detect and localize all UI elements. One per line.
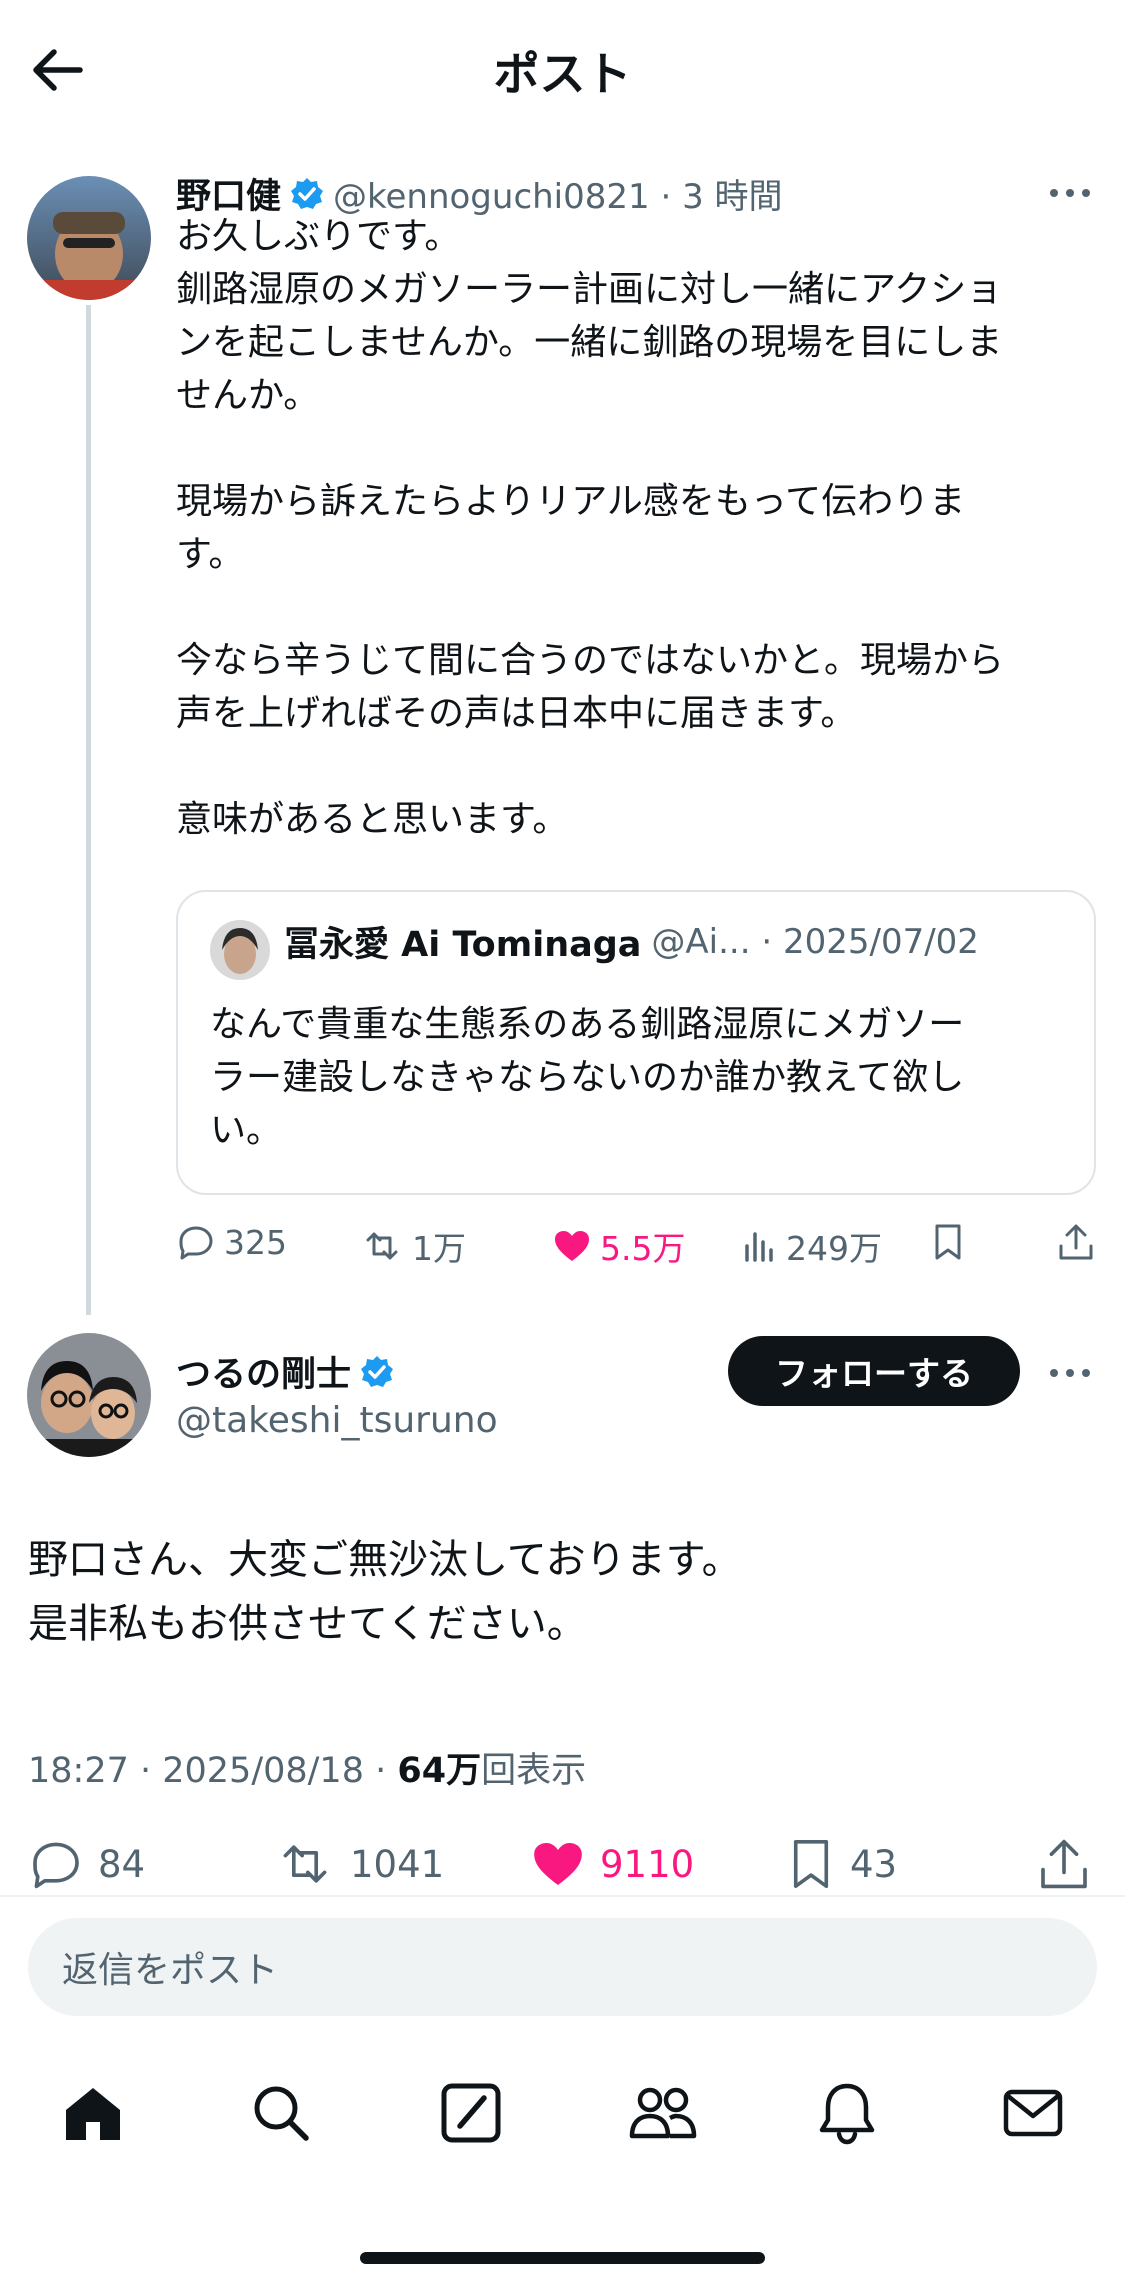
main-author-name[interactable]: つるの剛士 <box>176 1346 351 1397</box>
bookmark-icon <box>786 1836 836 1892</box>
quoted-post-text: なんで貴重な生態系のある釧路湿原にメガソー ラー建設しなきゃならないのか誰か教え… <box>210 1004 965 1151</box>
main-reply-button[interactable]: 84 <box>28 1836 145 1892</box>
reply-bar-divider <box>0 1895 1125 1897</box>
parent-repost-count: 1万 <box>412 1229 466 1268</box>
view-count[interactable]: 64万 <box>397 1751 481 1791</box>
parent-bookmark-icon[interactable] <box>930 1222 966 1262</box>
main-author-avatar[interactable] <box>27 1333 151 1457</box>
more-options-icon[interactable] <box>1048 178 1092 208</box>
home-icon[interactable] <box>60 2080 126 2146</box>
reply-input[interactable]: 返信をポスト <box>28 1918 1097 2016</box>
main-repost-button[interactable]: 1041 <box>274 1836 444 1892</box>
main-author-handle[interactable]: @takeshi_tsuruno <box>176 1400 498 1441</box>
reply-icon <box>28 1836 84 1892</box>
main-like-button[interactable]: 9110 <box>530 1836 694 1892</box>
heart-filled-icon <box>530 1836 586 1892</box>
reply-icon <box>176 1222 216 1262</box>
thread-line <box>86 305 91 1315</box>
follow-button[interactable]: フォローする <box>728 1336 1020 1406</box>
analytics-icon <box>742 1226 778 1266</box>
notifications-icon[interactable] <box>814 2080 880 2146</box>
parent-share-icon[interactable] <box>1056 1222 1096 1262</box>
parent-views-button[interactable]: 249万 <box>742 1222 882 1270</box>
post-timestamp: 18:27 · 2025/08/18 · <box>28 1751 398 1791</box>
verified-badge-icon <box>289 176 325 212</box>
compose-icon[interactable] <box>438 2080 504 2146</box>
quoted-author-name: 冨永愛 Ai Tominaga <box>284 925 642 965</box>
heart-filled-icon <box>552 1226 592 1266</box>
parent-like-count: 5.5万 <box>600 1229 686 1268</box>
main-post-text: 野口さん、大変ご無沙汰しております。 是非私もお供させてください。 <box>28 1537 742 1647</box>
page-title: ポスト <box>493 47 632 101</box>
reply-placeholder: 返信をポスト <box>62 1950 279 1991</box>
verified-badge-icon <box>359 1354 395 1390</box>
parent-post-text: お久しぶりです。 釧路湿原のメガソーラー計画に対し一緒にアクショ ンを起こしませ… <box>176 216 1005 840</box>
quoted-post-card[interactable]: 冨永愛 Ai Tominaga @Ai... · 2025/07/02 なんで貴… <box>176 890 1096 1195</box>
main-bookmark-count: 43 <box>850 1842 898 1886</box>
parent-author-avatar[interactable] <box>27 176 151 300</box>
parent-reply-button[interactable]: 325 <box>176 1222 287 1262</box>
main-repost-count: 1041 <box>350 1842 445 1886</box>
home-indicator <box>360 2252 765 2264</box>
parent-views-count: 249万 <box>786 1229 882 1268</box>
quoted-author-avatar <box>210 920 270 980</box>
quoted-handle-date: @Ai... · 2025/07/02 <box>651 921 979 962</box>
more-options-icon[interactable] <box>1048 1358 1092 1388</box>
parent-repost-button[interactable]: 1万 <box>360 1222 466 1270</box>
search-icon[interactable] <box>248 2080 314 2146</box>
view-count-label: 回表示 <box>481 1751 587 1791</box>
main-bookmark-button[interactable]: 43 <box>786 1836 897 1892</box>
communities-icon[interactable] <box>626 2080 698 2146</box>
parent-like-button[interactable]: 5.5万 <box>552 1222 685 1270</box>
main-share-icon[interactable] <box>1036 1836 1092 1892</box>
main-like-count: 9110 <box>600 1842 695 1886</box>
messages-icon[interactable] <box>1000 2080 1066 2146</box>
repost-icon <box>274 1836 336 1892</box>
parent-reply-count: 325 <box>224 1222 287 1262</box>
repost-icon <box>360 1226 404 1266</box>
main-reply-count: 84 <box>98 1842 146 1886</box>
